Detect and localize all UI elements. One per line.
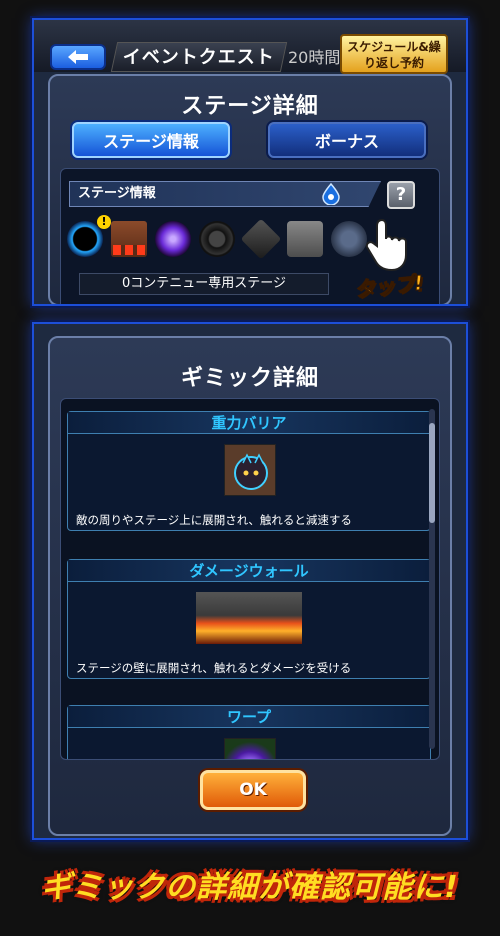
gravity-barrier-icon[interactable]: !: [67, 215, 111, 257]
gimmick-description: ステージの壁に展開され、触れるとダメージを受ける: [76, 661, 352, 675]
panel-icon[interactable]: [287, 221, 323, 257]
dialog-title: ステージ詳細: [181, 94, 319, 119]
promo-caption: ギミックの詳細が確認可能に!: [41, 870, 459, 905]
gimmick-list[interactable]: 重力バリア 敵の周りやステージ上に展開され、触れると減速する ダメージウォール …: [60, 398, 440, 760]
gimmick-help-button[interactable]: ?: [387, 181, 415, 209]
gimmick-icon-row: !: [67, 215, 367, 260]
ok-button[interactable]: OK: [200, 770, 306, 810]
back-arrow-icon: [68, 50, 88, 64]
tab-stage-info[interactable]: ステージ情報: [72, 122, 230, 158]
gimmick-name: ダメージウォール: [68, 560, 430, 582]
block-icon[interactable]: [240, 218, 282, 260]
pointing-hand-icon: [365, 218, 407, 272]
dialog-title: ギミック詳細: [180, 366, 319, 391]
mine-icon[interactable]: [199, 221, 235, 257]
gravity-barrier-image: [224, 444, 276, 496]
quest-time-remaining: 20時間: [288, 48, 341, 67]
gimmick-card: ダメージウォール ステージの壁に展開され、触れるとダメージを受ける: [67, 559, 431, 679]
stage-detail-screenshot: イベントクエスト 20時間 スケジュール&繰り返し予約 ステージ詳細 ステージ情…: [32, 18, 468, 306]
gimmick-name: 重力バリア: [68, 412, 430, 434]
warp-image: [224, 738, 276, 759]
gimmick-card: ワープ: [67, 705, 431, 759]
gimmick-detail-screenshot: ギミック詳細 重力バリア 敵の周りやステージ上に展開され、触れると減速する ダメ…: [32, 322, 468, 840]
water-element-icon: [322, 183, 340, 205]
gimmick-detail-dialog: ギミック詳細 重力バリア 敵の周りやステージ上に展開され、触れると減速する ダメ…: [48, 336, 452, 836]
gimmick-description: 敵の周りやステージ上に展開され、触れると減速する: [76, 513, 352, 527]
quest-title: イベントクエスト: [122, 47, 275, 68]
continue-restriction-label: 0コンテニュー専用ステージ: [79, 273, 329, 295]
back-button[interactable]: [50, 44, 106, 70]
damage-wall-image: [196, 592, 302, 644]
gravity-barrier-icon: [234, 453, 268, 490]
gimmick-card: 重力バリア 敵の周りやステージ上に展開され、触れると減速する: [67, 411, 431, 531]
schedule-reservation-button[interactable]: スケジュール&繰り返し予約: [340, 34, 448, 74]
gimmick-name: ワープ: [68, 706, 430, 728]
tab-bonus[interactable]: ボーナス: [268, 122, 426, 158]
quest-header-bar: イベントクエスト 20時間 スケジュール&繰り返し予約: [34, 20, 466, 74]
warp-icon[interactable]: [155, 221, 191, 257]
warning-badge: !: [97, 215, 111, 229]
quest-title-plate: イベントクエスト: [110, 42, 288, 72]
damage-wall-icon[interactable]: [111, 221, 147, 257]
scrollbar-thumb[interactable]: [429, 423, 435, 523]
